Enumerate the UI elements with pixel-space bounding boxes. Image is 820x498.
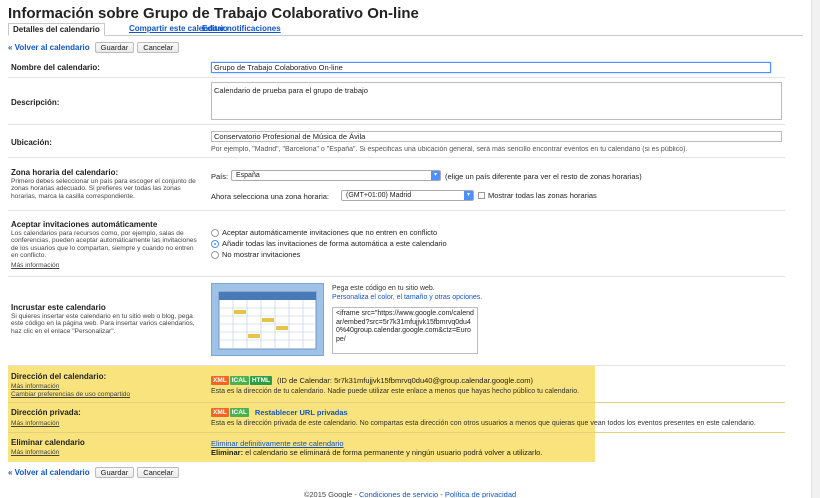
tab-notifications[interactable]: Editar notificaciones bbox=[202, 23, 281, 36]
terms-link[interactable]: Condiciones de servicio bbox=[359, 490, 438, 498]
tab-details[interactable]: Detalles del calendario bbox=[8, 23, 105, 36]
embed-code-textarea[interactable]: <iframe src="https://www.google.com/cale… bbox=[332, 307, 478, 354]
address-label: Dirección del calendario: bbox=[11, 372, 107, 381]
show-all-zones-checkbox[interactable] bbox=[478, 192, 485, 199]
ical-button[interactable]: ICAL bbox=[229, 408, 249, 417]
page-scrollbar[interactable] bbox=[811, 0, 820, 498]
private-description: Esta es la dirección privada de este cal… bbox=[211, 420, 756, 427]
country-select[interactable]: España ▾ bbox=[231, 170, 441, 181]
delete-warning-bold: Eliminar: bbox=[211, 448, 244, 457]
delete-warning: Eliminar: el calendario se eliminará de … bbox=[211, 448, 542, 457]
footer: ©2015 Google - Condiciones de servicio -… bbox=[0, 490, 820, 498]
embed-row: Incrustar este calendario Si quieres ins… bbox=[8, 277, 785, 366]
timezone-help: Primero debes seleccionar un país para e… bbox=[11, 178, 196, 200]
delete-calendar-link[interactable]: Eliminar definitivamente este calendario bbox=[211, 439, 344, 448]
calendar-name-input[interactable]: Grupo de Trabajo Colaborativo On-line bbox=[211, 62, 771, 73]
invitations-row: Aceptar invitaciones automáticamente Los… bbox=[8, 211, 785, 277]
zone-label: Ahora selecciona una zona horaria: bbox=[211, 192, 329, 201]
timezone-select[interactable]: (GMT+01:00) Madrid ▾ bbox=[341, 190, 474, 201]
save-button[interactable]: Guardar bbox=[94, 42, 135, 53]
embed-paste-text: Pega este código en tu sitio web. bbox=[332, 285, 435, 292]
html-button[interactable]: HTML bbox=[249, 376, 272, 385]
description-textarea[interactable]: Calendario de prueba para el grupo de tr… bbox=[211, 82, 782, 120]
chevron-down-icon: ▾ bbox=[431, 171, 440, 180]
location-row: Ubicación: Conservatorio Profesional de … bbox=[8, 125, 785, 158]
delete-more-info-link[interactable]: Más información bbox=[11, 449, 201, 456]
embed-help: Si quieres insertar este calendario en t… bbox=[11, 313, 195, 335]
cancel-button-bottom[interactable]: Cancelar bbox=[137, 467, 180, 478]
ical-button[interactable]: ICAL bbox=[229, 376, 249, 385]
location-label: Ubicación: bbox=[11, 138, 52, 147]
calendar-preview-thumbnail bbox=[211, 283, 324, 356]
invitation-option-label: Aceptar automáticamente invitaciones que… bbox=[222, 228, 438, 237]
invitations-more-info-link[interactable]: Más información bbox=[11, 262, 201, 269]
name-row: Nombre del calendario: Grupo de Trabajo … bbox=[8, 57, 785, 78]
radio-button[interactable] bbox=[211, 228, 219, 237]
change-sharing-link[interactable]: Cambiar preferencias de uso compartido bbox=[11, 391, 201, 398]
xml-button[interactable]: XML bbox=[211, 408, 229, 417]
address-badges: XML ICAL HTML (ID de Calendar: 5r7k31mfu… bbox=[211, 376, 533, 385]
country-value: España bbox=[236, 172, 260, 179]
back-to-calendar-link-bottom[interactable]: « Volver al calendario bbox=[8, 468, 90, 477]
embed-label: Incrustar este calendario bbox=[11, 303, 106, 312]
bottom-action-bar: « Volver al calendario Guardar Cancelar bbox=[8, 466, 180, 479]
xml-button[interactable]: XML bbox=[211, 376, 229, 385]
invitations-label: Aceptar invitaciones automáticamente bbox=[11, 220, 158, 229]
name-label: Nombre del calendario: bbox=[11, 63, 100, 72]
chevron-down-icon: ▾ bbox=[464, 191, 473, 200]
cancel-button[interactable]: Cancelar bbox=[137, 42, 180, 53]
invitation-option-label: No mostrar invitaciones bbox=[222, 250, 301, 259]
back-to-calendar-link[interactable]: « Volver al calendario bbox=[8, 43, 90, 52]
invitation-option-3[interactable]: No mostrar invitaciones bbox=[211, 250, 300, 259]
invitations-help: Los calendarios para recursos como, por … bbox=[11, 230, 197, 260]
private-more-info-link[interactable]: Más información bbox=[11, 420, 201, 427]
timezone-row: Zona horaria del calendario: Primero deb… bbox=[8, 158, 785, 211]
country-label: País: bbox=[211, 172, 229, 181]
address-more-info-link[interactable]: Más información bbox=[11, 383, 201, 390]
invitation-option-1[interactable]: Aceptar automáticamente invitaciones que… bbox=[211, 228, 437, 237]
delete-label: Eliminar calendario bbox=[11, 438, 85, 447]
address-description: Esta es la dirección de tu calendario. N… bbox=[211, 388, 580, 395]
embed-customize-link[interactable]: Personaliza el color, el tamaño y otras … bbox=[332, 294, 482, 301]
calendar-id-text: (ID de Calendar: 5r7k31mfujjvk15fbmrvq0d… bbox=[276, 376, 534, 385]
invitation-option-2[interactable]: Añadir todas las invitaciones de forma a… bbox=[211, 239, 447, 248]
top-action-bar: « Volver al calendario Guardar Cancelar bbox=[8, 41, 180, 54]
location-input[interactable]: Conservatorio Profesional de Música de Á… bbox=[211, 131, 782, 142]
location-hint: Por ejemplo, "Madrid", "Barcelona" o "Es… bbox=[211, 146, 688, 153]
copyright: ©2015 Google - bbox=[303, 490, 359, 498]
description-row: Descripción: Calendario de prueba para e… bbox=[8, 78, 785, 125]
tab-bar: Detalles del calendario Compartir este c… bbox=[8, 23, 803, 36]
save-button-bottom[interactable]: Guardar bbox=[94, 467, 135, 478]
private-address-row: Dirección privada: Más información XML I… bbox=[8, 403, 785, 433]
footer-separator: - bbox=[438, 490, 445, 498]
page-title: Información sobre Grupo de Trabajo Colab… bbox=[8, 5, 419, 22]
invitation-option-label: Añadir todas las invitaciones de forma a… bbox=[222, 239, 447, 248]
radio-button-selected[interactable] bbox=[211, 239, 219, 248]
country-hint: (elige un país diferente para ver el res… bbox=[445, 172, 642, 181]
private-badges: XML ICAL Restablecer URL privadas bbox=[211, 408, 348, 417]
show-all-zones-label: Mostrar todas las zonas horarias bbox=[488, 191, 597, 200]
timezone-label: Zona horaria del calendario: bbox=[11, 168, 119, 177]
calendar-address-row: Dirección del calendario: Más informació… bbox=[8, 366, 785, 403]
calendar-preview-image bbox=[218, 291, 317, 350]
show-all-zones-option[interactable]: Mostrar todas las zonas horarias bbox=[478, 191, 597, 200]
privacy-link[interactable]: Política de privacidad bbox=[445, 490, 516, 498]
timezone-value: (GMT+01:00) Madrid bbox=[346, 192, 412, 199]
delete-warning-text: el calendario se eliminará de forma perm… bbox=[243, 448, 543, 457]
delete-calendar-row: Eliminar calendario Más información Elim… bbox=[8, 433, 785, 462]
description-label: Descripción: bbox=[11, 98, 60, 107]
reset-private-urls-link[interactable]: Restablecer URL privadas bbox=[255, 408, 348, 417]
private-label: Dirección privada: bbox=[11, 408, 81, 417]
radio-button[interactable] bbox=[211, 250, 219, 259]
